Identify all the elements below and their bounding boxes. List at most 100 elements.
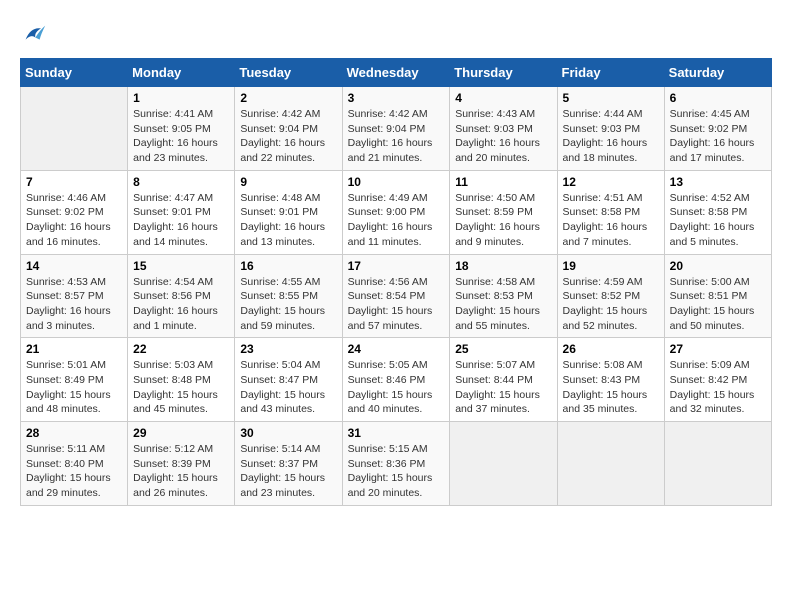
day-number: 19 xyxy=(563,259,659,273)
day-number: 15 xyxy=(133,259,229,273)
day-info: Sunrise: 4:45 AM Sunset: 9:02 PM Dayligh… xyxy=(670,107,766,166)
day-info: Sunrise: 5:03 AM Sunset: 8:48 PM Dayligh… xyxy=(133,358,229,417)
day-number: 29 xyxy=(133,426,229,440)
calendar-cell: 27 Sunrise: 5:09 AM Sunset: 8:42 PM Dayli… xyxy=(664,338,771,422)
calendar-cell: 22 Sunrise: 5:03 AM Sunset: 8:48 PM Dayli… xyxy=(128,338,235,422)
day-number: 6 xyxy=(670,91,766,105)
day-info: Sunrise: 5:14 AM Sunset: 8:37 PM Dayligh… xyxy=(240,442,336,501)
calendar-cell: 18Sunrise: 4:58 AM Sunset: 8:53 PM Dayli… xyxy=(450,254,557,338)
day-info: Sunrise: 4:42 AM Sunset: 9:04 PM Dayligh… xyxy=(348,107,445,166)
day-number: 14 xyxy=(26,259,122,273)
day-info: Sunrise: 5:07 AM Sunset: 8:44 PM Dayligh… xyxy=(455,358,551,417)
day-info: Sunrise: 5:08 AM Sunset: 8:43 PM Dayligh… xyxy=(563,358,659,417)
column-header-saturday: Saturday xyxy=(664,59,771,87)
calendar-cell: 8 Sunrise: 4:47 AM Sunset: 9:01 PM Daylig… xyxy=(128,170,235,254)
day-info: Sunrise: 4:50 AM Sunset: 8:59 PM Dayligh… xyxy=(455,191,551,250)
calendar-cell: 30Sunrise: 5:14 AM Sunset: 8:37 PM Dayli… xyxy=(235,422,342,506)
day-number: 24 xyxy=(348,342,445,356)
calendar-week-row: 1 Sunrise: 4:41 AM Sunset: 9:05 PM Daylig… xyxy=(21,87,772,171)
day-info: Sunrise: 5:15 AM Sunset: 8:36 PM Dayligh… xyxy=(348,442,445,501)
column-header-thursday: Thursday xyxy=(450,59,557,87)
calendar-cell: 24 Sunrise: 5:05 AM Sunset: 8:46 PM Dayli… xyxy=(342,338,450,422)
calendar-cell: 14 Sunrise: 4:53 AM Sunset: 8:57 PM Dayli… xyxy=(21,254,128,338)
calendar-cell: 11 Sunrise: 4:50 AM Sunset: 8:59 PM Dayli… xyxy=(450,170,557,254)
calendar-week-row: 28 Sunrise: 5:11 AM Sunset: 8:40 PM Dayli… xyxy=(21,422,772,506)
day-number: 16 xyxy=(240,259,336,273)
day-number: 11 xyxy=(455,175,551,189)
day-info: Sunrise: 5:12 AM Sunset: 8:39 PM Dayligh… xyxy=(133,442,229,501)
calendar-cell: 26 Sunrise: 5:08 AM Sunset: 8:43 PM Dayli… xyxy=(557,338,664,422)
calendar-cell: 21Sunrise: 5:01 AM Sunset: 8:49 PM Dayli… xyxy=(21,338,128,422)
day-number: 20 xyxy=(670,259,766,273)
calendar-cell xyxy=(450,422,557,506)
day-info: Sunrise: 4:46 AM Sunset: 9:02 PM Dayligh… xyxy=(26,191,122,250)
calendar-week-row: 14 Sunrise: 4:53 AM Sunset: 8:57 PM Dayli… xyxy=(21,254,772,338)
calendar-cell: 15 Sunrise: 4:54 AM Sunset: 8:56 PM Dayli… xyxy=(128,254,235,338)
calendar-header-row: SundayMondayTuesdayWednesdayThursdayFrid… xyxy=(21,59,772,87)
calendar-cell: 13Sunrise: 4:52 AM Sunset: 8:58 PM Dayli… xyxy=(664,170,771,254)
day-info: Sunrise: 5:00 AM Sunset: 8:51 PM Dayligh… xyxy=(670,275,766,334)
day-number: 4 xyxy=(455,91,551,105)
calendar-week-row: 7 Sunrise: 4:46 AM Sunset: 9:02 PM Daylig… xyxy=(21,170,772,254)
day-info: Sunrise: 4:47 AM Sunset: 9:01 PM Dayligh… xyxy=(133,191,229,250)
day-number: 23 xyxy=(240,342,336,356)
day-info: Sunrise: 4:59 AM Sunset: 8:52 PM Dayligh… xyxy=(563,275,659,334)
day-number: 8 xyxy=(133,175,229,189)
calendar-cell: 6 Sunrise: 4:45 AM Sunset: 9:02 PM Daylig… xyxy=(664,87,771,171)
day-number: 9 xyxy=(240,175,336,189)
day-number: 22 xyxy=(133,342,229,356)
day-info: Sunrise: 4:58 AM Sunset: 8:53 PM Dayligh… xyxy=(455,275,551,334)
column-header-tuesday: Tuesday xyxy=(235,59,342,87)
calendar-cell: 9 Sunrise: 4:48 AM Sunset: 9:01 PM Daylig… xyxy=(235,170,342,254)
day-number: 2 xyxy=(240,91,336,105)
day-info: Sunrise: 4:53 AM Sunset: 8:57 PM Dayligh… xyxy=(26,275,122,334)
calendar-cell: 16 Sunrise: 4:55 AM Sunset: 8:55 PM Dayli… xyxy=(235,254,342,338)
day-number: 12 xyxy=(563,175,659,189)
calendar-cell: 23 Sunrise: 5:04 AM Sunset: 8:47 PM Dayli… xyxy=(235,338,342,422)
day-info: Sunrise: 4:51 AM Sunset: 8:58 PM Dayligh… xyxy=(563,191,659,250)
calendar-cell: 1 Sunrise: 4:41 AM Sunset: 9:05 PM Daylig… xyxy=(128,87,235,171)
logo xyxy=(20,20,52,48)
column-header-wednesday: Wednesday xyxy=(342,59,450,87)
calendar-cell: 10Sunrise: 4:49 AM Sunset: 9:00 PM Dayli… xyxy=(342,170,450,254)
day-info: Sunrise: 5:04 AM Sunset: 8:47 PM Dayligh… xyxy=(240,358,336,417)
calendar-cell: 12 Sunrise: 4:51 AM Sunset: 8:58 PM Dayli… xyxy=(557,170,664,254)
logo-icon xyxy=(20,20,48,48)
calendar-cell: 31 Sunrise: 5:15 AM Sunset: 8:36 PM Dayli… xyxy=(342,422,450,506)
calendar-cell: 28 Sunrise: 5:11 AM Sunset: 8:40 PM Dayli… xyxy=(21,422,128,506)
day-info: Sunrise: 4:43 AM Sunset: 9:03 PM Dayligh… xyxy=(455,107,551,166)
calendar-cell: 25 Sunrise: 5:07 AM Sunset: 8:44 PM Dayli… xyxy=(450,338,557,422)
calendar-cell xyxy=(21,87,128,171)
day-info: Sunrise: 4:44 AM Sunset: 9:03 PM Dayligh… xyxy=(563,107,659,166)
calendar-cell: 7 Sunrise: 4:46 AM Sunset: 9:02 PM Daylig… xyxy=(21,170,128,254)
calendar-cell: 2 Sunrise: 4:42 AM Sunset: 9:04 PM Daylig… xyxy=(235,87,342,171)
day-info: Sunrise: 5:09 AM Sunset: 8:42 PM Dayligh… xyxy=(670,358,766,417)
day-number: 1 xyxy=(133,91,229,105)
day-number: 26 xyxy=(563,342,659,356)
calendar-cell xyxy=(664,422,771,506)
calendar-cell: 20 Sunrise: 5:00 AM Sunset: 8:51 PM Dayli… xyxy=(664,254,771,338)
day-info: Sunrise: 4:42 AM Sunset: 9:04 PM Dayligh… xyxy=(240,107,336,166)
calendar-cell: 4 Sunrise: 4:43 AM Sunset: 9:03 PM Daylig… xyxy=(450,87,557,171)
calendar-week-row: 21Sunrise: 5:01 AM Sunset: 8:49 PM Dayli… xyxy=(21,338,772,422)
calendar-cell: 19 Sunrise: 4:59 AM Sunset: 8:52 PM Dayli… xyxy=(557,254,664,338)
column-header-monday: Monday xyxy=(128,59,235,87)
day-info: Sunrise: 4:54 AM Sunset: 8:56 PM Dayligh… xyxy=(133,275,229,334)
day-info: Sunrise: 4:48 AM Sunset: 9:01 PM Dayligh… xyxy=(240,191,336,250)
day-number: 28 xyxy=(26,426,122,440)
day-number: 31 xyxy=(348,426,445,440)
day-info: Sunrise: 5:11 AM Sunset: 8:40 PM Dayligh… xyxy=(26,442,122,501)
day-number: 17 xyxy=(348,259,445,273)
day-info: Sunrise: 4:55 AM Sunset: 8:55 PM Dayligh… xyxy=(240,275,336,334)
calendar-cell: 5Sunrise: 4:44 AM Sunset: 9:03 PM Daylig… xyxy=(557,87,664,171)
day-number: 27 xyxy=(670,342,766,356)
day-number: 7 xyxy=(26,175,122,189)
column-header-sunday: Sunday xyxy=(21,59,128,87)
day-info: Sunrise: 4:49 AM Sunset: 9:00 PM Dayligh… xyxy=(348,191,445,250)
calendar-cell: 29 Sunrise: 5:12 AM Sunset: 8:39 PM Dayli… xyxy=(128,422,235,506)
day-info: Sunrise: 4:41 AM Sunset: 9:05 PM Dayligh… xyxy=(133,107,229,166)
day-number: 21 xyxy=(26,342,122,356)
day-info: Sunrise: 5:05 AM Sunset: 8:46 PM Dayligh… xyxy=(348,358,445,417)
day-number: 25 xyxy=(455,342,551,356)
day-info: Sunrise: 4:52 AM Sunset: 8:58 PM Dayligh… xyxy=(670,191,766,250)
